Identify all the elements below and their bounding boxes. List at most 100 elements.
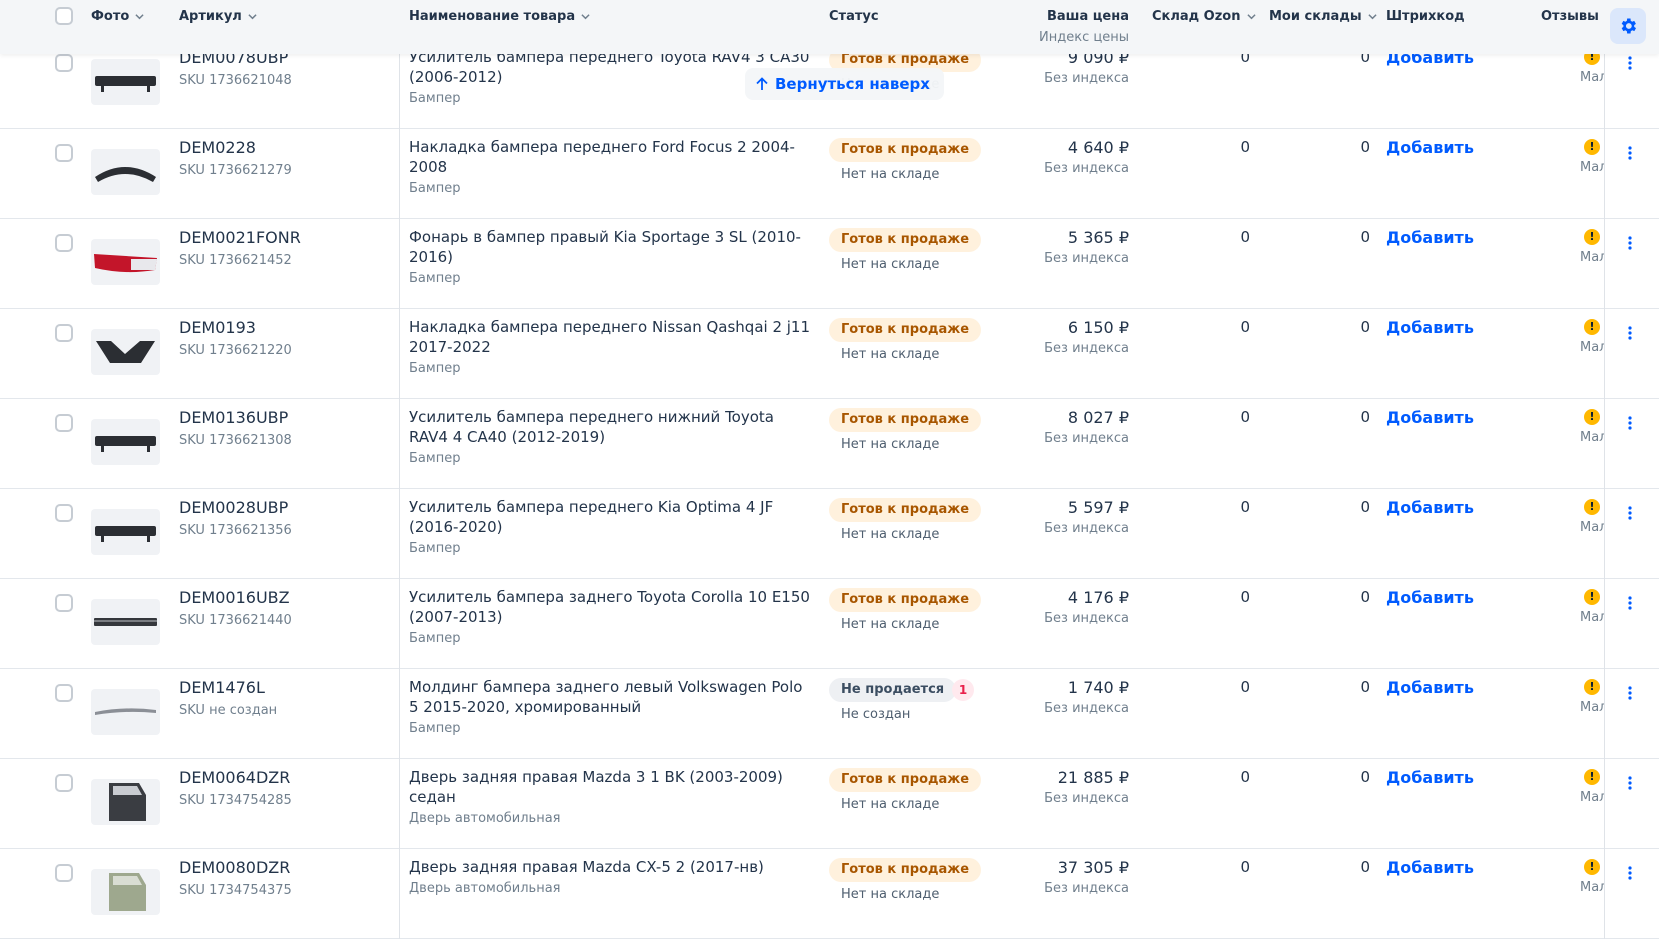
table-row: DEM0136UBP SKU 1736621308 Усилитель бампер…: [0, 399, 1659, 489]
column-header-reviews[interactable]: Отзывы: [1541, 9, 1604, 24]
column-header-price[interactable]: Ваша цена: [990, 9, 1129, 24]
table-settings-button[interactable]: [1610, 8, 1646, 44]
product-category: Бампер: [409, 181, 461, 196]
add-barcode-link[interactable]: Добавить: [1386, 408, 1474, 427]
product-name[interactable]: Накладка бампера переднего Ford Focus 2 …: [409, 137, 814, 177]
product-thumbnail[interactable]: [91, 419, 160, 465]
more-actions-button[interactable]: [1620, 53, 1640, 73]
stock-status: Не создан: [841, 707, 911, 722]
add-barcode-link[interactable]: Добавить: [1386, 858, 1474, 877]
column-header-ozon-stock[interactable]: Склад Ozon: [1152, 9, 1256, 24]
product-article[interactable]: DEM0021FONR: [179, 228, 301, 247]
add-barcode-link[interactable]: Добавить: [1386, 678, 1474, 697]
row-checkbox[interactable]: [55, 684, 73, 702]
product-article[interactable]: DEM1476L: [179, 678, 265, 697]
product-price[interactable]: 5 365 ₽: [990, 228, 1129, 247]
status-badge: Готов к продаже: [829, 228, 982, 252]
warning-icon[interactable]: !: [1584, 319, 1600, 335]
row-checkbox[interactable]: [55, 774, 73, 792]
more-actions-button[interactable]: [1620, 413, 1640, 433]
gear-icon: [1621, 18, 1636, 34]
product-thumbnail[interactable]: [91, 509, 160, 555]
column-header-photo[interactable]: Фото: [91, 9, 144, 24]
row-checkbox[interactable]: [55, 864, 73, 882]
product-thumbnail[interactable]: [91, 239, 160, 285]
more-actions-button[interactable]: [1620, 773, 1640, 793]
error-count-badge[interactable]: 1: [952, 679, 974, 701]
warning-icon[interactable]: !: [1584, 589, 1600, 605]
more-actions-button[interactable]: [1620, 143, 1640, 163]
my-stock-count: 0: [1360, 138, 1370, 156]
product-price[interactable]: 4 176 ₽: [990, 588, 1129, 607]
column-header-name[interactable]: Наименование товара: [409, 9, 590, 24]
product-name[interactable]: Дверь задняя правая Mazda 3 1 BK (2003-2…: [409, 767, 814, 807]
product-thumbnail[interactable]: [91, 599, 160, 645]
row-checkbox[interactable]: [55, 324, 73, 342]
row-checkbox[interactable]: [55, 414, 73, 432]
warning-icon[interactable]: !: [1584, 139, 1600, 155]
product-price[interactable]: 6 150 ₽: [990, 318, 1129, 337]
add-barcode-link[interactable]: Добавить: [1386, 498, 1474, 517]
select-all-checkbox[interactable]: [55, 7, 73, 25]
add-barcode-link[interactable]: Добавить: [1386, 228, 1474, 247]
product-article[interactable]: DEM0016UBZ: [179, 588, 290, 607]
product-thumbnail[interactable]: [91, 689, 160, 735]
warning-icon[interactable]: !: [1584, 229, 1600, 245]
product-name[interactable]: Усилитель бампера заднего Toyota Corolla…: [409, 587, 814, 627]
column-header-status: Статус: [829, 9, 879, 24]
product-article[interactable]: DEM0028UBP: [179, 498, 288, 517]
more-actions-button[interactable]: [1620, 323, 1640, 343]
add-barcode-link[interactable]: Добавить: [1386, 768, 1474, 787]
warning-icon[interactable]: !: [1584, 859, 1600, 875]
product-price[interactable]: 4 640 ₽: [990, 138, 1129, 157]
product-name[interactable]: Дверь задняя правая Mazda CX-5 2 (2017-н…: [409, 857, 814, 877]
add-barcode-link[interactable]: Добавить: [1386, 138, 1474, 157]
ozon-stock-count: 0: [1240, 318, 1250, 336]
back-to-top-button[interactable]: Вернуться наверх: [745, 68, 944, 100]
warning-icon[interactable]: !: [1584, 679, 1600, 695]
product-sku: SKU 1734754285: [179, 793, 292, 808]
add-barcode-link[interactable]: Добавить: [1386, 588, 1474, 607]
row-checkbox[interactable]: [55, 144, 73, 162]
column-header-article[interactable]: Артикул: [179, 9, 257, 24]
column-header-my-stock[interactable]: Мои склады: [1269, 9, 1377, 24]
warning-icon[interactable]: !: [1584, 769, 1600, 785]
row-checkbox[interactable]: [55, 504, 73, 522]
product-name[interactable]: Фонарь в бампер правый Kia Sportage 3 SL…: [409, 227, 814, 267]
product-article[interactable]: DEM0228: [179, 138, 256, 157]
more-vertical-icon: [1628, 326, 1632, 340]
product-thumbnail[interactable]: [91, 329, 160, 375]
my-stock-count: 0: [1360, 678, 1370, 696]
product-name[interactable]: Усилитель бампера переднего нижний Toyot…: [409, 407, 814, 447]
more-vertical-icon: [1628, 56, 1632, 70]
product-thumbnail[interactable]: [91, 59, 160, 105]
product-article[interactable]: DEM0064DZR: [179, 768, 290, 787]
product-name[interactable]: Усилитель бампера переднего Kia Optima 4…: [409, 497, 814, 537]
product-name[interactable]: Молдинг бампера заднего левый Volkswagen…: [409, 677, 814, 717]
chevron-down-icon: [1246, 14, 1256, 20]
more-actions-button[interactable]: [1620, 593, 1640, 613]
more-actions-button[interactable]: [1620, 233, 1640, 253]
product-thumbnail[interactable]: [91, 779, 160, 825]
more-actions-button[interactable]: [1620, 863, 1640, 883]
warning-icon[interactable]: !: [1584, 499, 1600, 515]
product-price[interactable]: 21 885 ₽: [990, 768, 1129, 787]
more-actions-button[interactable]: [1620, 503, 1640, 523]
product-thumbnail[interactable]: [91, 869, 160, 915]
product-thumbnail[interactable]: [91, 149, 160, 195]
product-article[interactable]: DEM0080DZR: [179, 858, 290, 877]
product-price[interactable]: 37 305 ₽: [990, 858, 1129, 877]
product-price[interactable]: 1 740 ₽: [990, 678, 1129, 697]
warning-icon[interactable]: !: [1584, 409, 1600, 425]
row-checkbox[interactable]: [55, 234, 73, 252]
product-article[interactable]: DEM0136UBP: [179, 408, 288, 427]
product-price[interactable]: 8 027 ₽: [990, 408, 1129, 427]
row-checkbox[interactable]: [55, 54, 73, 72]
product-article[interactable]: DEM0193: [179, 318, 256, 337]
product-sku: SKU 1734754375: [179, 883, 292, 898]
add-barcode-link[interactable]: Добавить: [1386, 318, 1474, 337]
product-price[interactable]: 5 597 ₽: [990, 498, 1129, 517]
product-name[interactable]: Накладка бампера переднего Nissan Qashqa…: [409, 317, 814, 357]
more-actions-button[interactable]: [1620, 683, 1640, 703]
row-checkbox[interactable]: [55, 594, 73, 612]
